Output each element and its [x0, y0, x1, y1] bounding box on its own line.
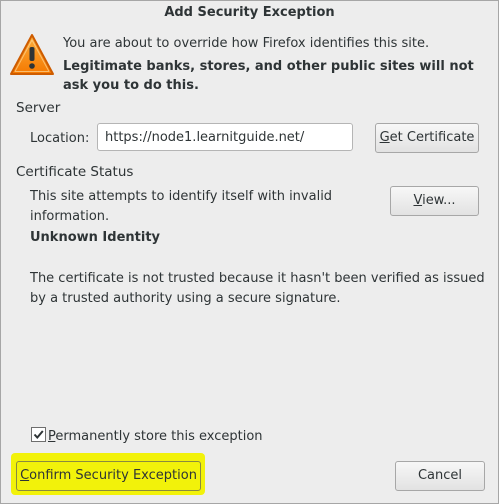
warning-triangle-icon — [9, 32, 55, 78]
server-heading: Server — [16, 100, 61, 116]
certificate-status-message: This site attempts to identify itself wi… — [30, 189, 333, 224]
certificate-status-heading: Certificate Status — [16, 164, 134, 180]
permanent-store-label: ermanently store this exception — [55, 429, 263, 444]
certificate-untrusted-message: The certificate is not trusted because i… — [30, 271, 485, 306]
dialog-title: Add Security Exception — [164, 5, 335, 20]
add-security-exception-dialog: Add Security Exception You are about to … — [0, 0, 499, 504]
confirm-security-exception-button[interactable]: Confirm Security Exception — [16, 461, 201, 491]
warning-emphasis: Legitimate banks, stores, and other publ… — [63, 59, 474, 93]
get-certificate-button[interactable]: Get Certificate — [375, 123, 479, 153]
cancel-button[interactable]: Cancel — [395, 461, 485, 491]
permanent-store-checkbox[interactable] — [31, 427, 46, 442]
view-mnemonic: V — [413, 193, 423, 208]
get-certificate-label: et Certificate — [389, 130, 475, 145]
confirm-mnemonic: C — [20, 468, 30, 483]
permanent-store-row[interactable]: Permanently store this exception — [31, 427, 263, 444]
unknown-identity-heading: Unknown Identity — [30, 230, 161, 245]
warning-message: You are about to override how Firefox id… — [63, 36, 430, 51]
view-label: iew... — [422, 193, 456, 208]
location-input[interactable]: https://node1.learnitguide.net/ — [97, 123, 353, 151]
view-button[interactable]: View... — [390, 186, 479, 216]
get-certificate-mnemonic: G — [379, 130, 390, 145]
checkmark-icon — [33, 430, 44, 440]
confirm-label: onfirm Security Exception — [29, 468, 197, 483]
location-label: Location: — [30, 131, 90, 146]
